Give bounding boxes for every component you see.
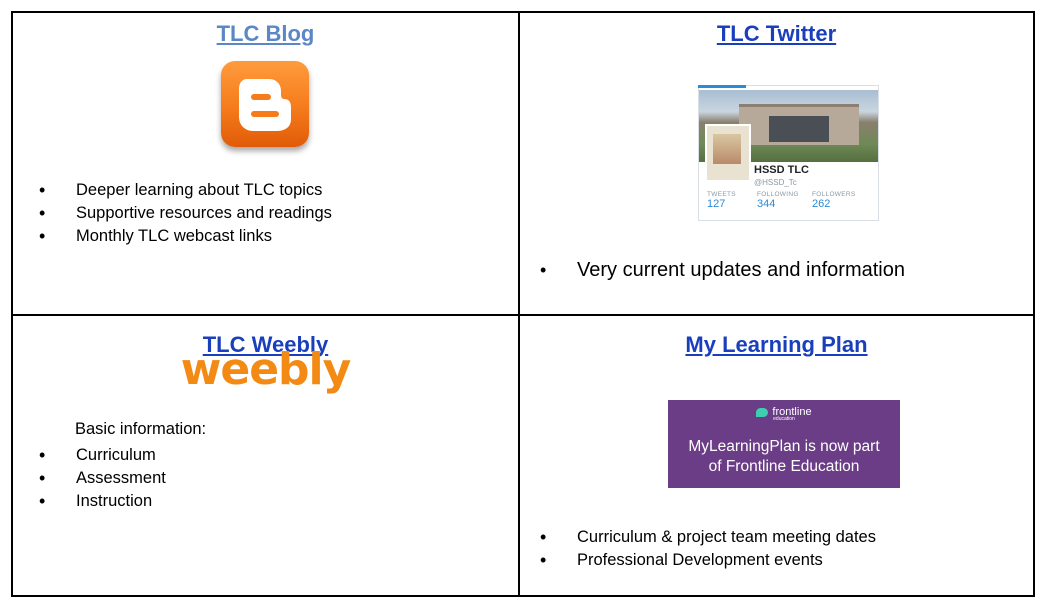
mlp-link[interactable]: My Learning Plan: [520, 332, 1033, 358]
frontline-logo-icon: [756, 407, 769, 417]
list-item: Assessment: [29, 467, 166, 490]
twitter-cell: TLC Twitter HSSD TLC @HSSD_Tc TWEETS 127…: [520, 13, 1033, 314]
twitter-stat-tweets: TWEETS 127: [707, 191, 736, 210]
twitter-stat-followers: FOLLOWERS 262: [812, 191, 856, 210]
blog-cell: TLC Blog Deeper learning about TLC topic…: [13, 13, 518, 314]
list-item: Curriculum & project team meeting dates: [530, 526, 876, 549]
twitter-avatar: [705, 124, 751, 182]
mlp-cell: My Learning Plan frontline education MyL…: [520, 316, 1033, 595]
frontline-logo: frontline education: [668, 406, 900, 422]
list-item: Professional Development events: [530, 549, 876, 572]
blog-link[interactable]: TLC Blog: [13, 21, 518, 47]
list-item: Monthly TLC webcast links: [29, 225, 332, 248]
list-item: Supportive resources and readings: [29, 202, 332, 225]
resource-table: TLC Blog Deeper learning about TLC topic…: [11, 11, 1035, 597]
twitter-progress-bar: [698, 85, 746, 88]
list-item: Very current updates and information: [530, 258, 905, 282]
twitter-stat-following: FOLLOWING 344: [757, 191, 799, 210]
weebly-cell: TLC Weebly weebly Basic information: Cur…: [13, 316, 518, 595]
twitter-link[interactable]: TLC Twitter: [520, 21, 1033, 47]
list-item: Instruction: [29, 490, 166, 513]
twitter-bullet-list: Very current updates and information: [530, 258, 905, 282]
weebly-logo: weebly: [180, 344, 352, 395]
frontline-banner-text: MyLearningPlan is now part of Frontline …: [688, 438, 880, 475]
twitter-profile-name: HSSD TLC: [754, 164, 809, 176]
blog-bullet-list: Deeper learning about TLC topics Support…: [29, 179, 332, 248]
twitter-profile-card: HSSD TLC @HSSD_Tc TWEETS 127 FOLLOWING 3…: [698, 85, 879, 221]
twitter-handle: @HSSD_Tc: [754, 178, 797, 187]
blogger-logo-icon: [221, 61, 309, 147]
weebly-intro: Basic information:: [75, 420, 207, 438]
weebly-bullet-list: Curriculum Assessment Instruction: [29, 444, 166, 513]
list-item: Curriculum: [29, 444, 166, 467]
mlp-bullet-list: Curriculum & project team meeting dates …: [530, 526, 876, 572]
list-item: Deeper learning about TLC topics: [29, 179, 332, 202]
frontline-banner: frontline education MyLearningPlan is no…: [668, 400, 900, 488]
